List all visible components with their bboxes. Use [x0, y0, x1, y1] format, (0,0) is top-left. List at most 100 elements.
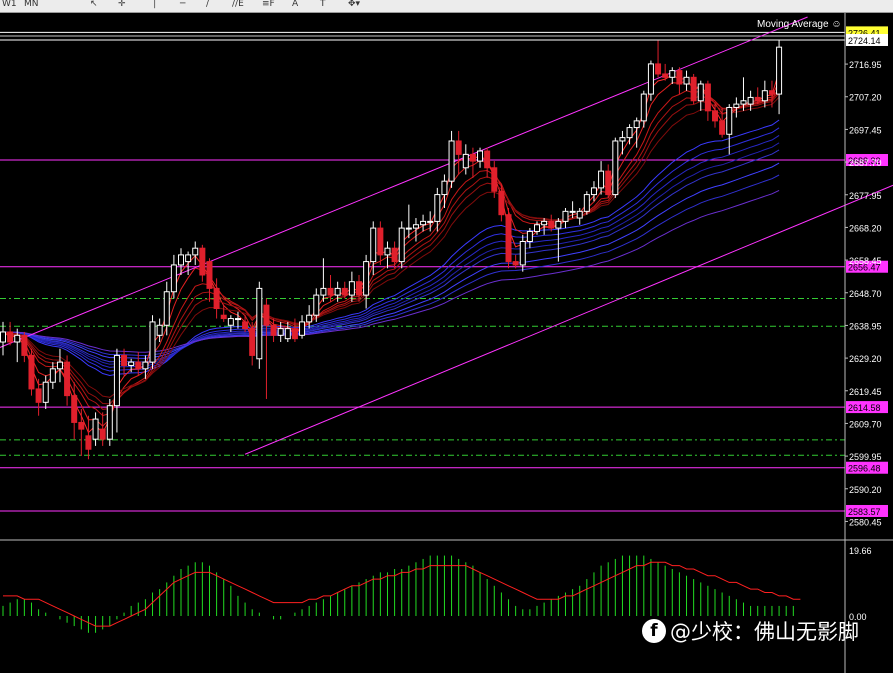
- candle-body: [99, 428, 106, 440]
- candle-body: [405, 227, 412, 230]
- candle-body: [242, 321, 249, 330]
- candle-body: [469, 153, 476, 162]
- moving-average-line: [2, 127, 780, 372]
- candle-body: [49, 368, 56, 383]
- price-tick-label: 2648.70: [849, 289, 882, 299]
- price-tick-label: 2716.95: [849, 60, 882, 70]
- price-tick-label: 2707.20: [849, 93, 882, 103]
- candle-body: [484, 150, 491, 169]
- candle-body: [455, 140, 462, 155]
- candle-body: [220, 314, 227, 320]
- candle-body: [234, 318, 241, 321]
- candle-body: [598, 170, 605, 189]
- candle-body: [712, 110, 718, 122]
- candle-body: [754, 96, 761, 102]
- candle-body: [128, 361, 135, 366]
- candle-body: [398, 227, 405, 263]
- candle-body: [21, 334, 28, 356]
- candle-body: [42, 381, 49, 403]
- indicator-name: Moving Average: [757, 19, 829, 30]
- candle-body: [697, 83, 704, 102]
- candle-body: [662, 73, 669, 78]
- price-chart[interactable]: 2688.322656.472614.582596.482583.572726.…: [0, 13, 893, 673]
- candle-body: [427, 220, 434, 223]
- candle-body: [740, 100, 747, 105]
- candle-body: [256, 287, 263, 360]
- candle-body: [512, 261, 519, 266]
- candle-body: [341, 287, 348, 296]
- candle-body: [505, 214, 512, 263]
- candle-body: [149, 321, 156, 363]
- label-tool-icon[interactable]: T: [320, 0, 326, 10]
- candle-body: [227, 318, 234, 326]
- candle-body: [85, 435, 92, 450]
- candle-body: [477, 150, 484, 162]
- candle-body: [441, 180, 448, 196]
- candle-body: [704, 83, 711, 112]
- candle-body: [170, 264, 177, 293]
- current-price-label: 2724.14: [848, 36, 881, 46]
- indicator-label[interactable]: Moving Average ☺: [757, 19, 842, 30]
- candle-body: [519, 240, 526, 266]
- candle-body: [14, 334, 21, 343]
- watermark: f @少校：佛山无影脚: [642, 616, 859, 646]
- candle-body: [719, 120, 726, 135]
- candle-body: [78, 421, 85, 430]
- candle-body: [391, 247, 398, 263]
- candle-body: [71, 395, 78, 423]
- candle-body: [726, 106, 733, 135]
- candle-body: [576, 210, 583, 219]
- candle-body: [327, 287, 334, 296]
- candle-body: [555, 220, 562, 229]
- arrows-tool-icon[interactable]: ✥▾: [348, 0, 360, 10]
- price-tick-label: 2687.70: [849, 158, 882, 168]
- candle-body: [640, 93, 647, 122]
- horizontal-line-icon[interactable]: ─: [180, 0, 185, 10]
- crosshair-icon[interactable]: ✛: [118, 0, 126, 10]
- candle-body: [434, 194, 441, 222]
- candle-body: [647, 63, 654, 95]
- candle-body: [619, 137, 626, 142]
- watermark-text: @少校：佛山无影脚: [670, 620, 859, 644]
- price-tick-label: 2677.95: [849, 191, 882, 201]
- candle-body: [534, 224, 540, 232]
- price-tick-label: 2580.45: [849, 517, 882, 527]
- candle-body: [7, 331, 14, 343]
- chart-toolbar: W1 MN ↖ ✛ │ ─ ∕ //E ≡F A T ✥▾: [0, 0, 893, 13]
- price-tick-label: 2668.20: [849, 223, 882, 233]
- candle-body: [548, 220, 555, 229]
- fibonacci-icon[interactable]: ≡F: [262, 0, 275, 10]
- candle-body: [676, 70, 683, 85]
- cursor-icon[interactable]: ↖: [90, 0, 98, 10]
- candle-body: [163, 291, 170, 326]
- price-tick-label: 2697.45: [849, 125, 882, 135]
- candle-body: [270, 324, 277, 336]
- candle-body: [683, 76, 690, 85]
- candle-body: [526, 230, 533, 242]
- trendline-icon[interactable]: ∕: [206, 0, 209, 10]
- candle-body: [291, 328, 298, 340]
- candle-body: [377, 227, 384, 256]
- equidistant-channel-icon[interactable]: //E: [232, 0, 244, 10]
- candle-body: [690, 76, 697, 102]
- price-tick-label: 2629.20: [849, 354, 882, 364]
- level-price-label: 2614.58: [848, 403, 881, 413]
- candle-body: [498, 190, 505, 216]
- text-tool-icon[interactable]: A: [292, 0, 298, 10]
- oscillator-axis-label: 19.66: [849, 546, 872, 556]
- candle-body: [348, 281, 355, 296]
- candle-body: [420, 220, 427, 226]
- vertical-line-icon[interactable]: │: [152, 0, 157, 10]
- candle-body: [768, 90, 775, 95]
- candle-body: [213, 287, 220, 310]
- moving-average-line: [2, 189, 780, 353]
- candle-body: [263, 304, 270, 326]
- candle-body: [747, 96, 754, 105]
- candle-body: [448, 140, 455, 182]
- price-tick-label: 2658.45: [849, 256, 882, 266]
- tf-mn-label[interactable]: MN: [24, 0, 39, 10]
- candle-body: [334, 287, 341, 296]
- candle-body: [35, 388, 42, 403]
- candle-body: [356, 281, 362, 296]
- tf-w1-label[interactable]: W1: [2, 0, 17, 10]
